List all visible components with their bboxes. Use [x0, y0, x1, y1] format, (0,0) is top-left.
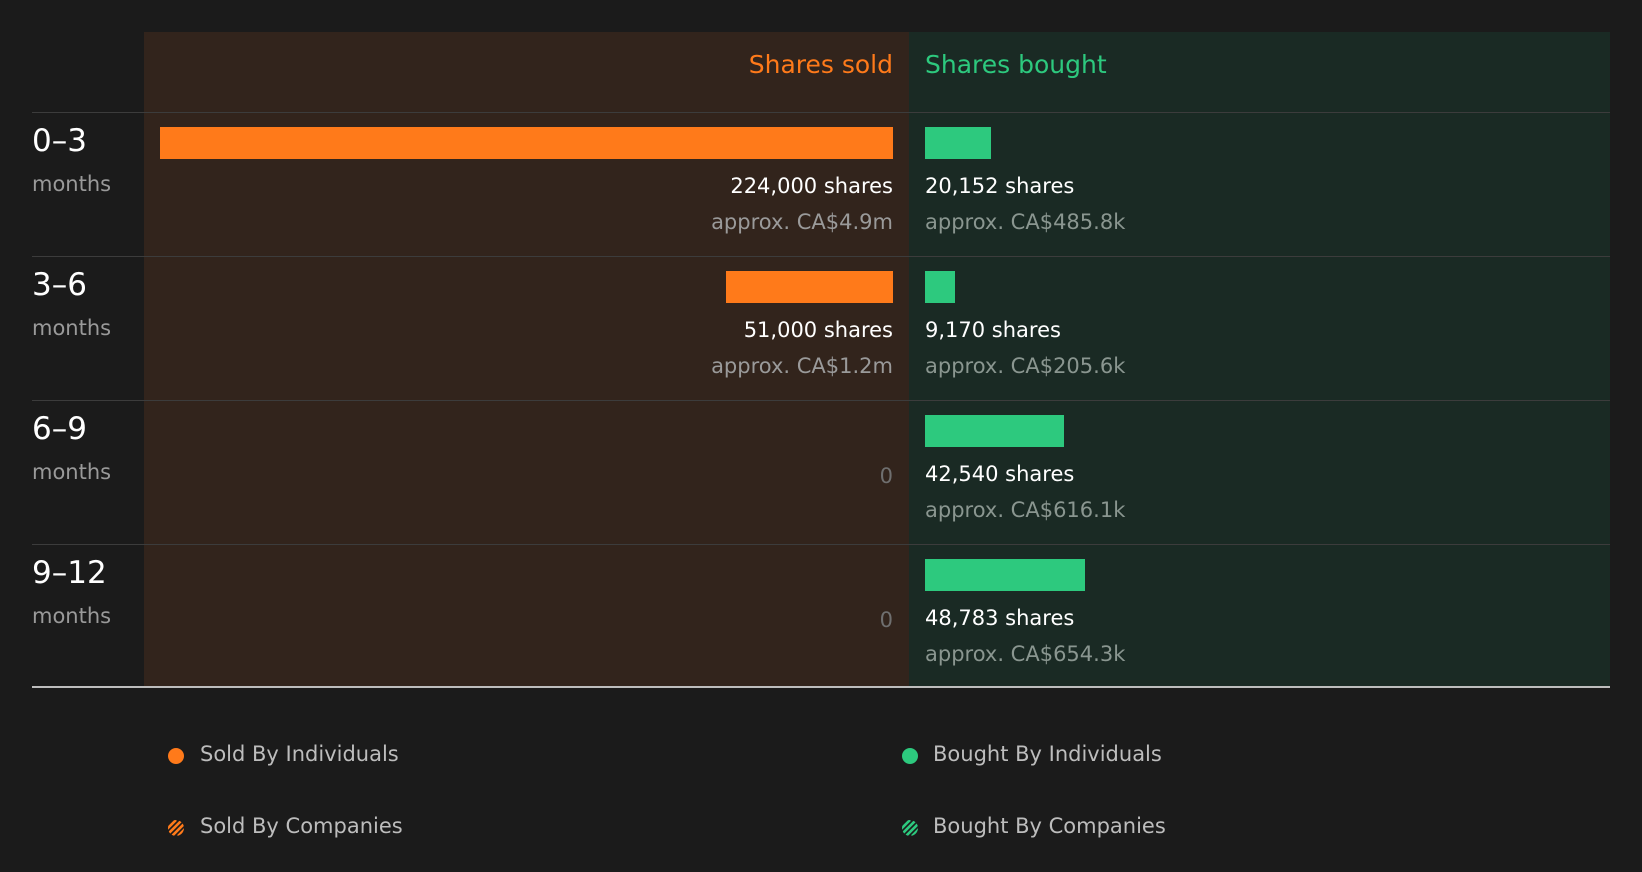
- period-unit: months: [32, 604, 112, 628]
- row-divider: [32, 256, 1610, 257]
- legend-dot-icon: [902, 748, 918, 764]
- legend-label-bought-by-individuals: Bought By Individuals: [933, 742, 1162, 766]
- legend-dot-icon: [168, 748, 184, 764]
- sold-value-label: 51,000 shares: [743, 318, 893, 342]
- period-unit: months: [32, 460, 112, 484]
- legend-hatched-dot-icon: [168, 820, 184, 836]
- legend-label-bought-by-companies: Bought By Companies: [933, 814, 1166, 838]
- bought-bar: [925, 559, 1085, 591]
- sold-approx-label: approx. CA$1.2m: [711, 354, 893, 378]
- legend-label-sold-by-companies: Sold By Companies: [200, 814, 403, 838]
- period-label: 0–3: [32, 123, 87, 159]
- bought-value-label: 9,170 shares: [925, 318, 1061, 342]
- bought-bar: [925, 415, 1065, 447]
- bought-approx-label: approx. CA$616.1k: [925, 498, 1126, 522]
- bought-value-label: 20,152 shares: [925, 174, 1075, 198]
- sold-bar: [160, 127, 893, 159]
- period-unit: months: [32, 172, 112, 196]
- bought-approx-label: approx. CA$485.8k: [925, 210, 1126, 234]
- sold-zero-label: 0: [879, 464, 893, 488]
- shares-bought-header: Shares bought: [925, 50, 1107, 79]
- sold-value-label: 224,000 shares: [730, 174, 893, 198]
- period-label: 6–9: [32, 411, 87, 447]
- axis-baseline: [32, 686, 1610, 688]
- row-divider: [32, 544, 1610, 545]
- legend-hatched-dot-icon: [902, 820, 918, 836]
- bought-approx-label: approx. CA$654.3k: [925, 642, 1126, 666]
- bought-value-label: 48,783 shares: [925, 606, 1075, 630]
- bought-bar: [925, 271, 955, 303]
- bought-bar: [925, 127, 991, 159]
- bought-approx-label: approx. CA$205.6k: [925, 354, 1126, 378]
- sold-zero-label: 0: [879, 608, 893, 632]
- period-label: 9–12: [32, 555, 107, 591]
- sold-bar: [726, 271, 893, 303]
- bought-value-label: 42,540 shares: [925, 462, 1075, 486]
- period-unit: months: [32, 316, 112, 340]
- legend-label-sold-by-individuals: Sold By Individuals: [200, 742, 399, 766]
- period-label: 3–6: [32, 267, 87, 303]
- shares-sold-header: Shares sold: [748, 50, 893, 79]
- row-divider: [32, 112, 1610, 113]
- row-divider: [32, 400, 1610, 401]
- sold-approx-label: approx. CA$4.9m: [711, 210, 893, 234]
